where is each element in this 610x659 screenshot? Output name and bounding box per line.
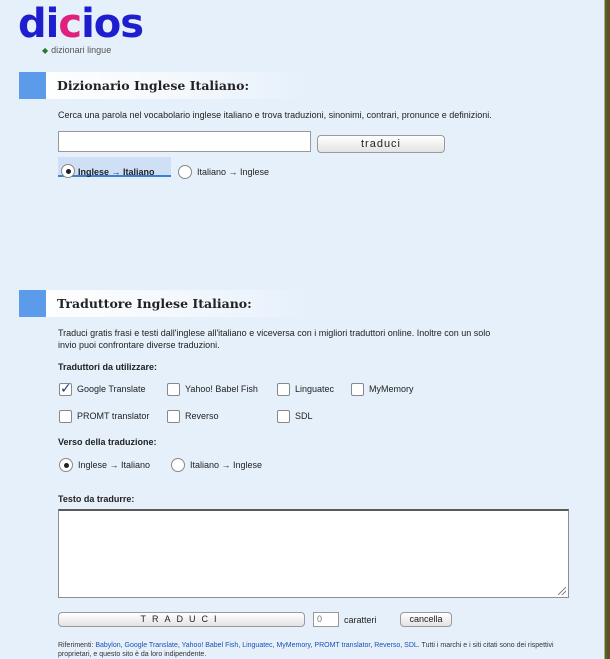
- dictionary-section-header: Dizionario Inglese Italiano:: [19, 72, 309, 99]
- radio-button[interactable]: [61, 164, 75, 178]
- text-to-translate-area[interactable]: [58, 509, 569, 598]
- engines-label: Traduttori da utilizzare:: [58, 362, 158, 372]
- logo-subtitle: ◆ dizionari lingue: [42, 45, 112, 55]
- char-count-field: 0: [313, 612, 339, 627]
- translator-direction-it-en[interactable]: Italiano → Inglese: [171, 457, 281, 475]
- translator-direction-en-it[interactable]: Inglese → Italiano: [59, 457, 169, 475]
- dictionary-direction-en-it[interactable]: Inglese → Italiano: [58, 157, 171, 178]
- footer-link-yahoo-babel-fish[interactable]: Yahoo! Babel Fish: [182, 642, 239, 649]
- translator-description: Traduci gratis frasi e testi dall'ingles…: [58, 328, 491, 350]
- resize-grip-icon[interactable]: [558, 587, 566, 595]
- checkbox[interactable]: [351, 383, 364, 396]
- footer-link-reverso[interactable]: Reverso: [374, 642, 400, 649]
- checkbox[interactable]: [167, 410, 180, 423]
- checkbox[interactable]: [277, 383, 290, 396]
- dictionary-title: Dizionario Inglese Italiano:: [57, 78, 250, 93]
- site-logo[interactable]: dicios ◆ dizionari lingue: [18, 2, 158, 56]
- diamond-icon: ◆: [42, 46, 49, 55]
- cancel-button[interactable]: cancella: [400, 612, 452, 627]
- footer-link-linguatec[interactable]: Linguatec: [242, 642, 272, 649]
- section-marker: [19, 290, 46, 317]
- footer-link-babylon[interactable]: Babylon: [95, 642, 120, 649]
- dictionary-direction-it-en[interactable]: Italiano → Inglese: [178, 164, 288, 182]
- footer-link-mymemory[interactable]: MyMemory: [276, 642, 310, 649]
- footer-link-promt[interactable]: PROMT translator: [314, 642, 370, 649]
- char-count-label: caratteri: [344, 615, 377, 625]
- logo-wordmark: dicios: [18, 1, 144, 47]
- translator-title: Traduttore Inglese Italiano:: [57, 296, 252, 311]
- section-marker: [19, 72, 46, 99]
- footer-link-google-translate[interactable]: Google Translate: [125, 642, 178, 649]
- dictionary-search-input[interactable]: [58, 131, 311, 152]
- radio-button[interactable]: [171, 458, 185, 472]
- checkbox[interactable]: [59, 380, 72, 397]
- dictionary-translate-button[interactable]: traduci: [317, 135, 445, 153]
- translator-section-header: Traduttore Inglese Italiano:: [19, 290, 309, 317]
- radio-button[interactable]: [59, 458, 73, 472]
- radio-button[interactable]: [178, 165, 192, 179]
- checkbox[interactable]: [277, 410, 290, 423]
- direction-label: Verso della traduzione:: [58, 437, 157, 447]
- footer-references: Riferimenti: Babylon, Google Translate, …: [58, 642, 554, 658]
- checkbox[interactable]: [59, 410, 72, 423]
- dictionary-description: Cerca una parola nel vocabolario inglese…: [58, 110, 492, 120]
- translate-text-button[interactable]: TRADUCI: [58, 612, 305, 627]
- text-label: Testo da tradurre:: [58, 494, 135, 504]
- checkbox[interactable]: [167, 383, 180, 396]
- footer-link-sdl[interactable]: SDL: [404, 642, 418, 649]
